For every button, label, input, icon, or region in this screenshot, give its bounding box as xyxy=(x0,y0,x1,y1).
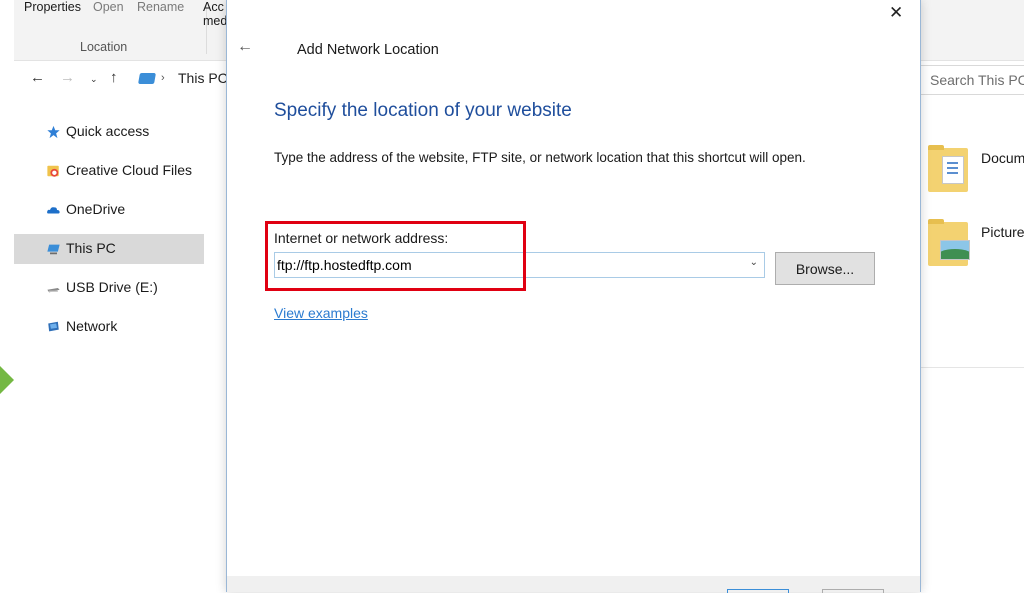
search-placeholder: Search This PC xyxy=(930,72,1024,88)
close-icon[interactable]: ✕ xyxy=(889,3,903,23)
content-divider xyxy=(918,367,1024,368)
navigation-pane: Quick access Creative Cloud Files OneDri… xyxy=(14,110,240,592)
network-icon xyxy=(48,321,59,332)
back-arrow-icon[interactable]: ← xyxy=(237,38,253,56)
ribbon-access-media-button[interactable]: Acc med xyxy=(203,0,227,28)
chevron-down-icon[interactable]: ⌄ xyxy=(750,257,758,268)
instruction-text: Type the address of the website, FTP sit… xyxy=(274,150,806,165)
search-input[interactable]: Search This PC xyxy=(920,65,1024,95)
up-arrow-icon[interactable]: ↑ xyxy=(110,69,118,86)
next-button[interactable] xyxy=(727,589,789,593)
sidebar-item-onedrive[interactable]: OneDrive xyxy=(14,195,204,225)
ribbon-access-line2: med xyxy=(203,14,228,28)
documents-folder-icon[interactable] xyxy=(928,145,968,192)
sidebar-item-label: Network xyxy=(66,318,118,334)
cloud-icon xyxy=(47,207,60,214)
view-examples-link[interactable]: View examples xyxy=(274,305,368,321)
sidebar-item-label: USB Drive (E:) xyxy=(66,279,158,295)
sidebar-item-network[interactable]: Network xyxy=(14,312,204,342)
back-arrow-icon[interactable]: ← xyxy=(30,69,45,86)
sidebar-item-label: This PC xyxy=(66,240,116,256)
usb-drive-icon xyxy=(47,288,60,293)
computer-icon xyxy=(47,244,60,255)
ribbon-properties-button[interactable]: Properties xyxy=(24,0,81,14)
ribbon-rename-button[interactable]: Rename xyxy=(137,0,184,14)
recent-locations-chevron-icon[interactable]: ⌄ xyxy=(90,74,98,85)
sidebar-item-usb-drive[interactable]: USB Drive (E:) xyxy=(14,273,204,303)
sidebar-item-label: Quick access xyxy=(66,123,150,139)
ribbon-group-location-label: Location xyxy=(80,40,128,54)
folder-label-documents[interactable]: Docum xyxy=(981,150,1024,166)
cancel-button[interactable] xyxy=(822,589,884,593)
ribbon-open-button[interactable]: Open xyxy=(93,0,124,14)
breadcrumb-this-pc[interactable]: This PC xyxy=(178,70,228,86)
star-icon xyxy=(47,125,60,139)
computer-icon xyxy=(138,73,156,84)
add-network-location-dialog: ✕ ← Add Network Location Specify the loc… xyxy=(226,0,921,593)
sidebar-item-this-pc[interactable]: This PC xyxy=(14,234,204,264)
sidebar-item-label: Creative Cloud Files xyxy=(66,162,193,178)
sidebar-item-quick-access[interactable]: Quick access xyxy=(14,117,204,147)
desktop-accent-shape xyxy=(0,366,14,394)
sidebar-item-creative-cloud-files[interactable]: Creative Cloud Files xyxy=(14,156,204,186)
page-heading: Specify the location of your website xyxy=(274,100,572,121)
sidebar-item-label: OneDrive xyxy=(66,201,126,217)
dialog-title: Add Network Location xyxy=(297,42,439,58)
pictures-folder-icon[interactable] xyxy=(928,219,970,266)
ribbon-access-line1: Acc xyxy=(203,0,224,14)
forward-arrow-icon[interactable]: → xyxy=(60,69,75,86)
folder-label-pictures[interactable]: Picture xyxy=(981,224,1024,240)
browse-button[interactable]: Browse... xyxy=(775,252,875,285)
creative-cloud-icon xyxy=(47,165,59,177)
dialog-footer xyxy=(227,576,920,593)
highlight-box xyxy=(265,221,526,291)
breadcrumb-chevron-icon[interactable]: › xyxy=(161,72,165,84)
